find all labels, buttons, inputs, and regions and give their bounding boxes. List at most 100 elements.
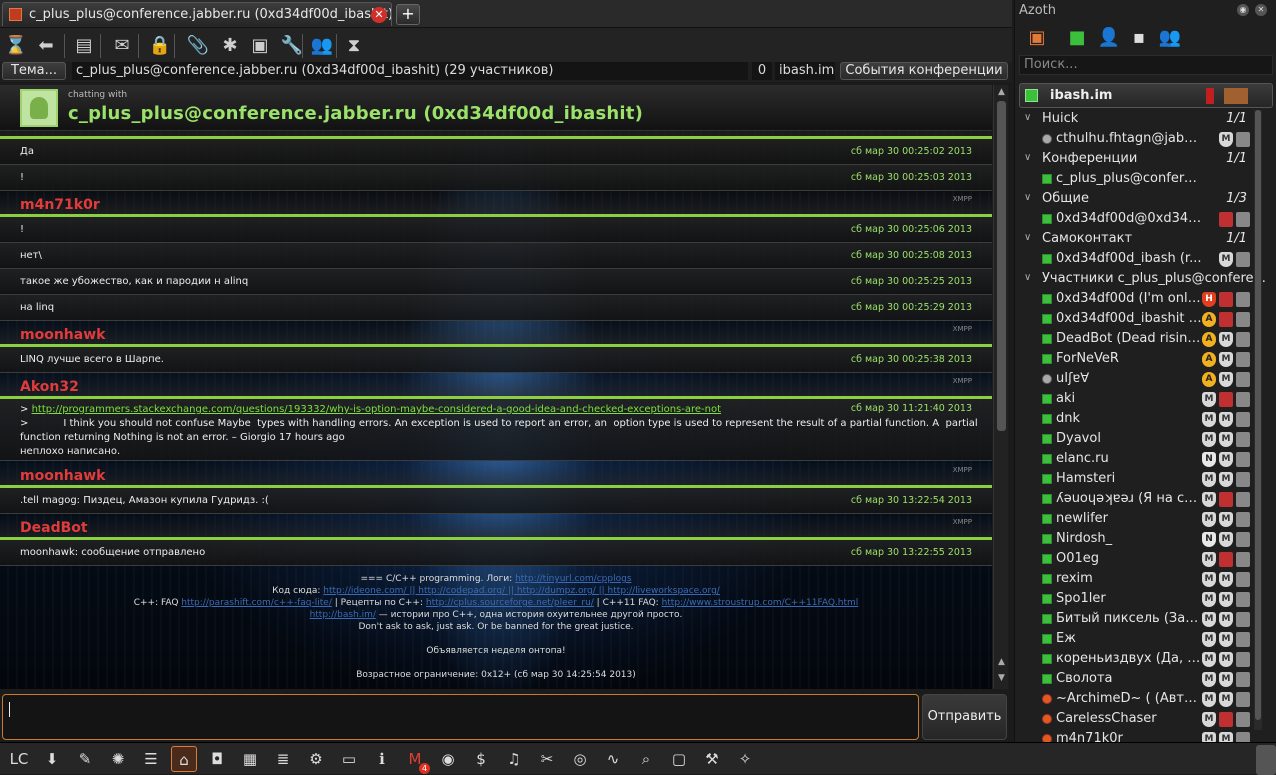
- roster-contact[interactable]: O01eg M: [1015, 550, 1253, 570]
- roster-contact[interactable]: 0xd34df00d_ibash (r... M: [1015, 250, 1253, 270]
- roster-contact[interactable]: c_plus_plus@conference.jabbe...: [1015, 170, 1253, 190]
- roster-contact[interactable]: Сволота M M: [1015, 670, 1253, 690]
- monitor-icon[interactable]: ∿: [600, 746, 626, 772]
- grid-icon[interactable]: ▦: [237, 746, 263, 772]
- roster-scrollbar[interactable]: [1254, 110, 1262, 730]
- chevron-down-icon[interactable]: ∨: [1024, 232, 1031, 243]
- timer-icon[interactable]: ⧗: [342, 34, 366, 58]
- screen-icon[interactable]: ▢: [666, 746, 692, 772]
- roster-contact[interactable]: rexim M M: [1015, 570, 1253, 590]
- search-icon[interactable]: ⌕: [633, 746, 659, 772]
- roster-contact[interactable]: 0xd34df00d (I'm onli... H: [1015, 290, 1253, 310]
- roster-contact[interactable]: кореньиздвух (Да, я... M M: [1015, 650, 1253, 670]
- close-icon[interactable]: ✕: [1255, 4, 1267, 16]
- image-icon[interactable]: ▣: [248, 34, 272, 58]
- scroll-down-icon[interactable]: ▲: [996, 657, 1007, 669]
- roster-contact[interactable]: DeadBot (Dead rising... A M: [1015, 330, 1253, 350]
- download-icon[interactable]: ⬇: [39, 746, 65, 772]
- account-header[interactable]: ibash.im: [1019, 83, 1273, 108]
- roster-group[interactable]: ∨ Участники c_plus_plus@confere...: [1015, 270, 1266, 290]
- status-icon[interactable]: ■: [1065, 26, 1089, 50]
- roster-contact[interactable]: aki M: [1015, 390, 1253, 410]
- notes-icon[interactable]: ☰: [138, 746, 164, 772]
- roster-contact[interactable]: Dyavol M M: [1015, 430, 1253, 450]
- mail-icon[interactable]: ✉: [110, 34, 134, 58]
- chat-icon[interactable]: ⌂: [171, 746, 197, 772]
- roster-contact[interactable]: 0xd34df00d@0xd34df00...: [1015, 210, 1253, 230]
- close-icon[interactable]: ✕: [371, 7, 387, 23]
- roster-group[interactable]: ∨ Самоконтакт 1/1: [1015, 230, 1253, 250]
- roster-contact[interactable]: Ёж M M: [1015, 630, 1253, 650]
- tab-conference[interactable]: c_plus_plus@conference.jabber.ru (0xd34d…: [2, 2, 392, 26]
- roster-contact[interactable]: ~ArchimeD~ ( (Авто... M M: [1015, 690, 1253, 710]
- theme-button[interactable]: Тема...: [2, 62, 66, 80]
- roster-contact[interactable]: dnk M M: [1015, 410, 1253, 430]
- roster-contact[interactable]: elanc.ru N M: [1015, 450, 1253, 470]
- attach-icon[interactable]: 📎: [186, 34, 210, 58]
- lock-icon[interactable]: 🔒: [148, 34, 172, 58]
- back-icon[interactable]: ⬅: [34, 34, 58, 58]
- message-input[interactable]: [2, 694, 919, 740]
- roster-group[interactable]: ∨ Huick 1/1: [1015, 110, 1253, 130]
- add-contact-icon[interactable]: 👤: [1097, 26, 1121, 50]
- puzzle-icon[interactable]: [1256, 745, 1276, 775]
- roster-group[interactable]: ∨ Общие 1/3: [1015, 190, 1253, 210]
- scroll-thumb[interactable]: [1255, 110, 1261, 720]
- drive-icon[interactable]: ▭: [336, 746, 362, 772]
- conference-events-button[interactable]: События конференции: [840, 62, 1008, 80]
- topic-link[interactable]: http://ideone.com/ || http://codepad.org…: [323, 586, 720, 596]
- chat-scrollbar[interactable]: ▲ ▲ ▼: [993, 85, 1008, 689]
- roster-contact[interactable]: Битый пиксель (Зат... M M: [1015, 610, 1253, 630]
- edit-icon[interactable]: ✎: [72, 746, 98, 772]
- chevron-down-icon[interactable]: ∨: [1024, 192, 1031, 203]
- roster-group[interactable]: ∨ Конференции 1/1: [1015, 150, 1253, 170]
- terminal-icon[interactable]: $: [468, 746, 494, 772]
- window-icon[interactable]: ▪: [1127, 26, 1151, 50]
- roster-contact[interactable]: Nirdosh_ N M: [1015, 530, 1253, 550]
- topic-link[interactable]: http://tinyurl.com/cpplogs: [515, 574, 631, 584]
- new-tab-button[interactable]: +: [396, 4, 420, 25]
- wrench-icon[interactable]: ⚒: [699, 746, 725, 772]
- clock-icon[interactable]: ✧: [732, 746, 758, 772]
- chevron-down-icon[interactable]: ∨: [1024, 152, 1031, 163]
- scroll-thumb[interactable]: [997, 101, 1006, 431]
- gmail-icon[interactable]: M4: [402, 746, 430, 774]
- roster-contact[interactable]: ʎǝuoɥǝʞɐǝɹ (Я на св... M: [1015, 490, 1253, 510]
- print-icon[interactable]: ▤: [72, 34, 96, 58]
- roster-contact[interactable]: 0xd34df00d_ibashit (... A: [1015, 310, 1253, 330]
- roster-contact[interactable]: CarelessChaser M: [1015, 710, 1253, 730]
- roster-contact[interactable]: Spo1ler M M: [1015, 590, 1253, 610]
- roster-contact[interactable]: Hamsteri M M: [1015, 470, 1253, 490]
- lc-icon[interactable]: LC: [6, 746, 32, 772]
- eye-icon[interactable]: ◎: [567, 746, 593, 772]
- hourglass-icon[interactable]: ⌛: [4, 34, 28, 58]
- info-icon[interactable]: ℹ: [369, 746, 395, 772]
- list-icon[interactable]: ≣: [270, 746, 296, 772]
- topic-link[interactable]: http://cplus.sourceforge.net/pleer_ru/: [426, 598, 594, 608]
- gear-icon[interactable]: ⚙: [303, 746, 329, 772]
- menu-icon[interactable]: ▣: [1025, 26, 1049, 50]
- float-icon[interactable]: ◉: [1237, 4, 1249, 16]
- azoth-icon[interactable]: ◘: [204, 746, 230, 772]
- scroll-down-icon[interactable]: ▼: [996, 673, 1007, 685]
- roster-contact[interactable]: uIʃɐ∀ A M: [1015, 370, 1253, 390]
- settings-icon[interactable]: ✱: [218, 34, 242, 58]
- scroll-up-icon[interactable]: ▲: [996, 87, 1007, 99]
- torrent-icon[interactable]: ✺: [105, 746, 131, 772]
- tools-icon[interactable]: ✂: [534, 746, 560, 772]
- send-button[interactable]: Отправить: [922, 694, 1007, 740]
- search-input[interactable]: Поиск...: [1019, 55, 1273, 75]
- network-icon[interactable]: ◉: [435, 746, 461, 772]
- chevron-down-icon[interactable]: ∨: [1024, 112, 1031, 123]
- users-icon[interactable]: 👥: [310, 34, 334, 58]
- topic-link[interactable]: http://bash.im/: [310, 610, 376, 620]
- roster-contact[interactable]: cthulhu.fhtagn@jabber.k... M: [1015, 130, 1253, 150]
- users-icon[interactable]: 👥: [1158, 26, 1182, 50]
- chevron-down-icon[interactable]: ∨: [1024, 272, 1031, 283]
- topic-link[interactable]: http://parashift.com/c++-faq-lite/: [181, 598, 332, 608]
- music-icon[interactable]: ♫: [501, 746, 527, 772]
- roster-contact[interactable]: newlifer M M: [1015, 510, 1253, 530]
- roster-contact[interactable]: ForNeVeR A M: [1015, 350, 1253, 370]
- message-link[interactable]: http://programmers.stackexchange.com/que…: [32, 404, 721, 415]
- wrench-icon[interactable]: 🔧: [280, 34, 304, 58]
